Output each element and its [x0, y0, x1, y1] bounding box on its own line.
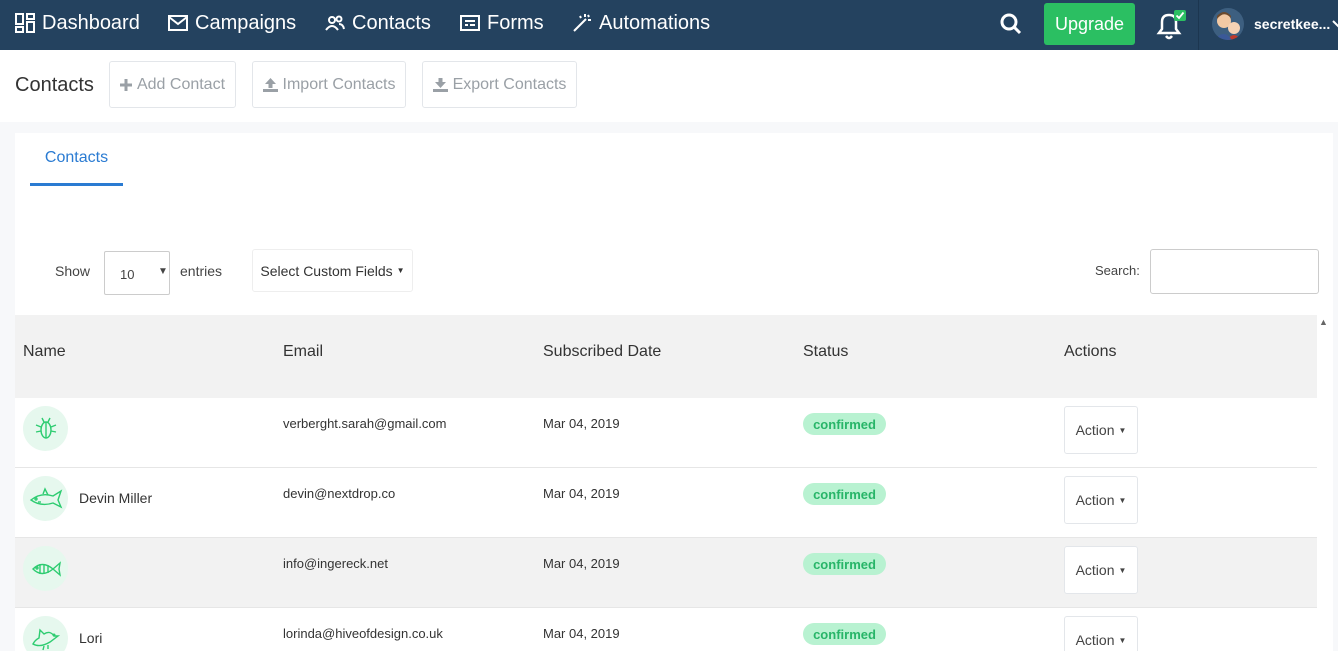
nav-campaigns[interactable]: Campaigns — [167, 0, 296, 46]
people-icon — [325, 15, 345, 31]
username-label: secretkee... — [1254, 16, 1331, 32]
subscribed-date: Mar 04, 2019 — [543, 626, 620, 641]
envelope-icon — [168, 15, 188, 31]
status-badge: confirmed — [803, 483, 886, 505]
action-dropdown-button[interactable]: Action ▼ — [1064, 616, 1138, 651]
nav-contacts[interactable]: Contacts — [324, 0, 431, 46]
column-header-subscribed-date[interactable]: Subscribed Date — [543, 343, 661, 361]
column-header-status[interactable]: Status — [803, 343, 848, 361]
dashboard-grid-icon — [15, 13, 35, 33]
notifications-bell[interactable] — [1154, 9, 1188, 41]
table-row: Lori lorinda@hiveofdesign.co.uk Mar 04, … — [15, 608, 1317, 651]
nav-forms[interactable]: Forms — [459, 0, 544, 46]
table-row: Devin Miller devin@nextdrop.co Mar 04, 2… — [15, 468, 1317, 538]
caret-down-icon: ▼ — [1118, 635, 1127, 645]
upgrade-button[interactable]: Upgrade — [1044, 3, 1135, 45]
search-label: Search: — [1095, 263, 1140, 278]
contact-avatar — [23, 616, 68, 651]
nav-automations[interactable]: Automations — [571, 0, 710, 46]
caret-down-icon: ▼ — [1118, 495, 1127, 505]
subscribed-date: Mar 04, 2019 — [543, 556, 620, 571]
import-contacts-button[interactable]: Import Contacts — [252, 61, 406, 108]
entries-label: entries — [180, 263, 223, 279]
top-navbar: Dashboard Campaigns Contacts Forms Autom… — [0, 0, 1338, 50]
shark-icon — [29, 486, 62, 508]
magic-wand-icon — [573, 14, 591, 32]
contact-email: lorinda@hiveofdesign.co.uk — [283, 626, 443, 641]
status-badge: confirmed — [803, 623, 886, 645]
export-contacts-label: Export Contacts — [452, 75, 567, 93]
plus-icon — [119, 78, 132, 91]
table-row: verberght.sarah@gmail.com Mar 04, 2019 c… — [15, 398, 1317, 468]
nav-campaigns-label: Campaigns — [195, 11, 297, 34]
action-label: Action — [1075, 492, 1115, 508]
nav-forms-label: Forms — [487, 11, 544, 34]
action-dropdown-button[interactable]: Action ▼ — [1064, 406, 1138, 454]
caret-down-icon: ▼ — [1118, 425, 1127, 435]
select-custom-fields-dropdown[interactable]: Select Custom Fields ▼ — [252, 249, 413, 292]
show-label: Show — [55, 263, 91, 279]
contact-avatar — [23, 546, 68, 591]
action-label: Action — [1075, 562, 1115, 578]
contact-email: verberght.sarah@gmail.com — [283, 416, 447, 431]
subscribed-date: Mar 04, 2019 — [543, 486, 620, 501]
contact-avatar — [23, 476, 68, 521]
action-dropdown-button[interactable]: Action ▼ — [1064, 476, 1138, 524]
nav-dashboard-label: Dashboard — [42, 11, 140, 34]
contact-name: Devin Miller — [79, 490, 153, 506]
bug-icon — [35, 417, 56, 439]
add-contact-button[interactable]: Add Contact — [109, 61, 236, 108]
user-avatar — [1212, 8, 1244, 40]
scrollbar-up-arrow[interactable]: ▲ — [1319, 317, 1328, 327]
user-menu[interactable]: secretkee... — [1212, 6, 1338, 42]
table-search-input[interactable] — [1150, 249, 1319, 294]
contact-avatar — [23, 406, 68, 451]
status-badge: confirmed — [803, 553, 886, 575]
export-contacts-button[interactable]: Export Contacts — [422, 61, 577, 108]
search-icon[interactable] — [998, 11, 1024, 37]
entries-value: 10 — [120, 267, 135, 282]
table-row: info@ingereck.net Mar 04, 2019 confirmed… — [15, 538, 1317, 608]
download-icon — [432, 77, 448, 92]
bird-icon — [31, 627, 60, 650]
action-label: Action — [1075, 422, 1115, 438]
nav-dashboard[interactable]: Dashboard — [14, 0, 140, 46]
form-icon — [460, 15, 480, 31]
import-contacts-label: Import Contacts — [282, 75, 396, 93]
add-contact-label: Add Contact — [136, 75, 226, 93]
caret-down-icon: ▼ — [158, 266, 168, 277]
chevron-down-icon — [1332, 20, 1338, 28]
caret-down-icon: ▼ — [1118, 565, 1127, 575]
action-label: Action — [1075, 632, 1115, 648]
custom-fields-label: Select Custom Fields — [260, 262, 393, 279]
contact-name: Lori — [79, 630, 103, 646]
fish-icon — [31, 560, 61, 577]
column-header-name[interactable]: Name — [23, 343, 66, 361]
column-header-email[interactable]: Email — [283, 343, 323, 361]
action-dropdown-button[interactable]: Action ▼ — [1064, 546, 1138, 594]
column-header-actions: Actions — [1064, 343, 1117, 360]
entries-per-page-select[interactable]: 10 ▼ — [104, 251, 170, 295]
contact-email: info@ingereck.net — [283, 556, 388, 571]
table-header — [15, 315, 1317, 398]
nav-contacts-label: Contacts — [352, 11, 431, 34]
contact-email: devin@nextdrop.co — [283, 486, 396, 501]
upload-icon — [262, 77, 278, 92]
tab-contacts[interactable]: Contacts — [30, 133, 123, 186]
status-badge: confirmed — [803, 413, 886, 435]
bell-icon — [1156, 10, 1186, 40]
nav-automations-label: Automations — [599, 11, 711, 34]
page-title: Contacts — [15, 74, 94, 96]
caret-down-icon: ▼ — [396, 266, 405, 275]
subscribed-date: Mar 04, 2019 — [543, 416, 620, 431]
nav-divider — [1198, 0, 1199, 50]
